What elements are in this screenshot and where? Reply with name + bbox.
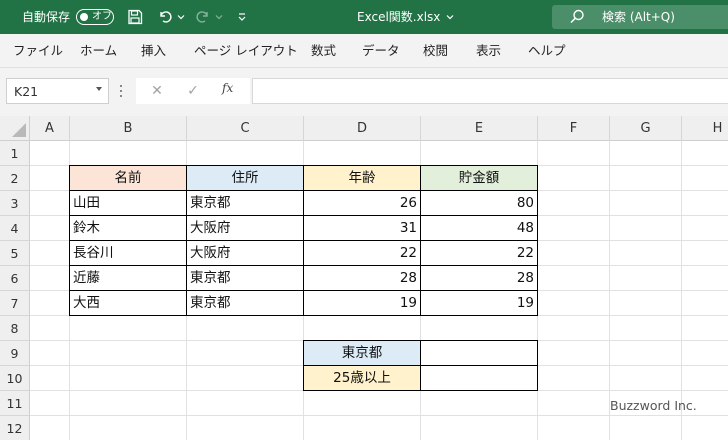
table-cell[interactable]: 東京都 bbox=[187, 291, 304, 316]
table-cell[interactable]: 48 bbox=[421, 216, 538, 241]
header-cell-savings[interactable]: 貯金額 bbox=[421, 165, 538, 191]
row-header-7[interactable]: 7 bbox=[0, 291, 30, 316]
column-header-c[interactable]: C bbox=[187, 116, 304, 141]
redo-dropdown-icon[interactable] bbox=[210, 8, 228, 26]
row-header-10[interactable]: 10 bbox=[0, 366, 30, 391]
header-cell-name[interactable]: 名前 bbox=[69, 165, 187, 191]
tab-file[interactable]: ファイル bbox=[13, 43, 63, 59]
tab-review[interactable]: 校閲 bbox=[423, 43, 448, 59]
row-header-2[interactable]: 2 bbox=[0, 166, 30, 191]
table-cell[interactable]: 31 bbox=[304, 216, 421, 241]
worksheet-grid[interactable]: A B C D E F G H 1 2 3 4 5 6 7 8 9 10 11 … bbox=[0, 116, 728, 440]
watermark: Buzzword Inc. bbox=[610, 398, 697, 413]
criteria-result-cell[interactable] bbox=[421, 366, 538, 391]
row-header-6[interactable]: 6 bbox=[0, 266, 30, 291]
table-cell[interactable]: 22 bbox=[421, 241, 538, 266]
criteria-label-age[interactable]: 25歳以上 bbox=[303, 366, 421, 391]
undo-dropdown-icon[interactable] bbox=[172, 8, 190, 26]
table-cell[interactable]: 大西 bbox=[69, 291, 187, 316]
tab-formulas[interactable]: 数式 bbox=[311, 43, 336, 59]
name-box[interactable]: K21 bbox=[6, 78, 109, 104]
column-header-e[interactable]: E bbox=[421, 116, 538, 141]
table-cell[interactable]: 大阪府 bbox=[187, 241, 304, 266]
table-cell[interactable]: 長谷川 bbox=[69, 241, 187, 266]
filename-dropdown-icon[interactable] bbox=[441, 8, 459, 26]
name-box-dropdown-icon[interactable] bbox=[96, 87, 102, 91]
table-cell[interactable]: 28 bbox=[304, 266, 421, 291]
save-icon[interactable] bbox=[126, 8, 144, 26]
tab-page-layout[interactable]: ページ レイアウト bbox=[194, 43, 298, 59]
column-header-f[interactable]: F bbox=[538, 116, 610, 141]
insert-function-icon[interactable]: fx bbox=[222, 81, 233, 95]
row-header-4[interactable]: 4 bbox=[0, 216, 30, 241]
row-header-3[interactable]: 3 bbox=[0, 191, 30, 216]
select-all-button[interactable] bbox=[0, 116, 30, 141]
autosave-state: オフ bbox=[92, 11, 112, 22]
row-header-1[interactable]: 1 bbox=[0, 141, 30, 166]
column-header-d[interactable]: D bbox=[304, 116, 421, 141]
row-header-9[interactable]: 9 bbox=[0, 341, 30, 366]
table-cell[interactable]: 鈴木 bbox=[69, 216, 187, 241]
enter-icon[interactable]: ✓ bbox=[184, 82, 202, 100]
tab-data[interactable]: データ bbox=[362, 43, 400, 59]
row-header-11[interactable]: 11 bbox=[0, 391, 30, 416]
tab-insert[interactable]: 挿入 bbox=[141, 43, 166, 59]
name-box-value: K21 bbox=[14, 84, 39, 99]
formula-buttons: ✕ ✓ fx bbox=[136, 78, 250, 104]
column-header-a[interactable]: A bbox=[30, 116, 70, 141]
customize-toolbar-icon[interactable] bbox=[233, 8, 251, 26]
table-cell[interactable]: 東京都 bbox=[187, 191, 304, 216]
table-cell[interactable]: 山田 bbox=[69, 191, 187, 216]
autosave-toggle[interactable]: オフ bbox=[76, 9, 114, 25]
column-header-b[interactable]: B bbox=[70, 116, 187, 141]
autosave-label: 自動保存 bbox=[22, 10, 71, 24]
table-cell[interactable]: 26 bbox=[304, 191, 421, 216]
gridline bbox=[30, 415, 728, 416]
table-cell[interactable]: 近藤 bbox=[69, 266, 187, 291]
cancel-icon[interactable]: ✕ bbox=[148, 82, 166, 100]
formula-bar: K21 ✕ ✓ fx bbox=[0, 68, 728, 116]
search-placeholder: 検索 (Alt+Q) bbox=[602, 10, 675, 24]
tab-home[interactable]: ホーム bbox=[80, 43, 117, 59]
table-cell[interactable]: 28 bbox=[421, 266, 538, 291]
select-all-icon bbox=[12, 123, 26, 137]
table-cell[interactable]: 22 bbox=[304, 241, 421, 266]
search-icon bbox=[568, 8, 586, 26]
table-cell[interactable]: 19 bbox=[421, 291, 538, 316]
tab-help[interactable]: ヘルプ bbox=[528, 43, 566, 59]
table-cell[interactable]: 80 bbox=[421, 191, 538, 216]
resize-handle-icon[interactable] bbox=[120, 85, 122, 97]
formula-input[interactable] bbox=[252, 78, 728, 104]
table-cell[interactable]: 東京都 bbox=[187, 266, 304, 291]
ribbon-tabs: ファイル ホーム 挿入 ページ レイアウト 数式 データ 校閲 表示 ヘルプ bbox=[0, 34, 728, 68]
table-cell[interactable]: 大阪府 bbox=[187, 216, 304, 241]
tab-view[interactable]: 表示 bbox=[476, 43, 501, 59]
row-header-12[interactable]: 12 bbox=[0, 416, 30, 440]
toggle-knob-icon bbox=[80, 12, 88, 21]
row-header-5[interactable]: 5 bbox=[0, 241, 30, 266]
table-cell[interactable]: 19 bbox=[304, 291, 421, 316]
row-header-8[interactable]: 8 bbox=[0, 316, 30, 341]
header-cell-age[interactable]: 年齢 bbox=[304, 165, 421, 191]
file-name[interactable]: Excel関数.xlsx bbox=[357, 9, 440, 25]
header-cell-address[interactable]: 住所 bbox=[187, 165, 304, 191]
column-header-g[interactable]: G bbox=[610, 116, 682, 141]
title-bar: 自動保存 オフ Excel関数.xlsx 検索 (Alt+Q) bbox=[0, 0, 728, 34]
criteria-result-cell[interactable] bbox=[421, 340, 538, 366]
search-box[interactable]: 検索 (Alt+Q) bbox=[552, 5, 728, 29]
column-header-h[interactable]: H bbox=[682, 116, 728, 141]
criteria-label-tokyo[interactable]: 東京都 bbox=[303, 340, 421, 366]
